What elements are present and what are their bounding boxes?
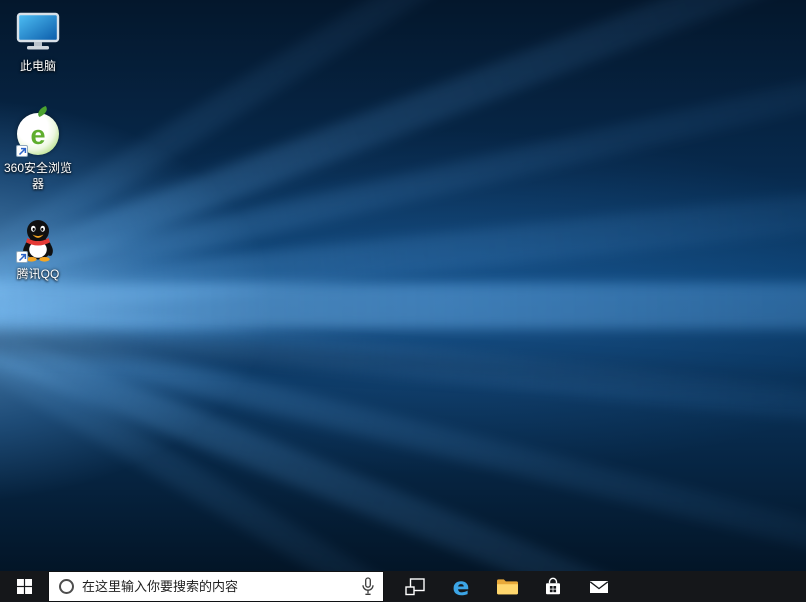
- store-button[interactable]: [530, 571, 576, 602]
- shortcut-arrow-icon: [16, 145, 28, 157]
- store-bag-icon: [543, 577, 563, 597]
- mail-envelope-icon: [589, 579, 609, 595]
- desktop-icon-label: 腾讯QQ: [17, 267, 60, 283]
- taskbar-search[interactable]: [48, 571, 384, 602]
- edge-browser-icon: e: [453, 574, 470, 599]
- computer-monitor-icon: [15, 10, 61, 54]
- start-button[interactable]: [0, 571, 48, 602]
- desktop-icon-360-browser[interactable]: e 360安全浏览器: [2, 112, 74, 192]
- desktop-icon-label: 此电脑: [20, 59, 56, 75]
- 360-green-e-icon: e: [15, 112, 61, 156]
- task-view-button[interactable]: [392, 571, 438, 602]
- windows-desktop: 此电脑 e 360安全浏览器: [0, 0, 806, 602]
- microphone-icon[interactable]: [361, 577, 375, 596]
- desktop-wallpaper: [0, 0, 806, 571]
- desktop-icon-label: 360安全浏览器: [3, 161, 73, 192]
- task-view-icon: [405, 578, 425, 596]
- windows-logo-icon: [17, 579, 32, 594]
- cortana-circle-icon[interactable]: [59, 579, 74, 594]
- edge-button[interactable]: e: [438, 571, 484, 602]
- search-input[interactable]: [82, 572, 353, 601]
- mail-button[interactable]: [576, 571, 622, 602]
- taskbar-pinned-icons: e: [392, 571, 622, 602]
- shortcut-arrow-icon: [16, 251, 28, 263]
- file-explorer-button[interactable]: [484, 571, 530, 602]
- desktop-icon-this-pc[interactable]: 此电脑: [2, 10, 74, 75]
- desktop-icon-tencent-qq[interactable]: 腾讯QQ: [2, 218, 74, 283]
- folder-icon: [496, 578, 518, 596]
- qq-penguin-icon: [15, 218, 61, 262]
- taskbar: e: [0, 571, 806, 602]
